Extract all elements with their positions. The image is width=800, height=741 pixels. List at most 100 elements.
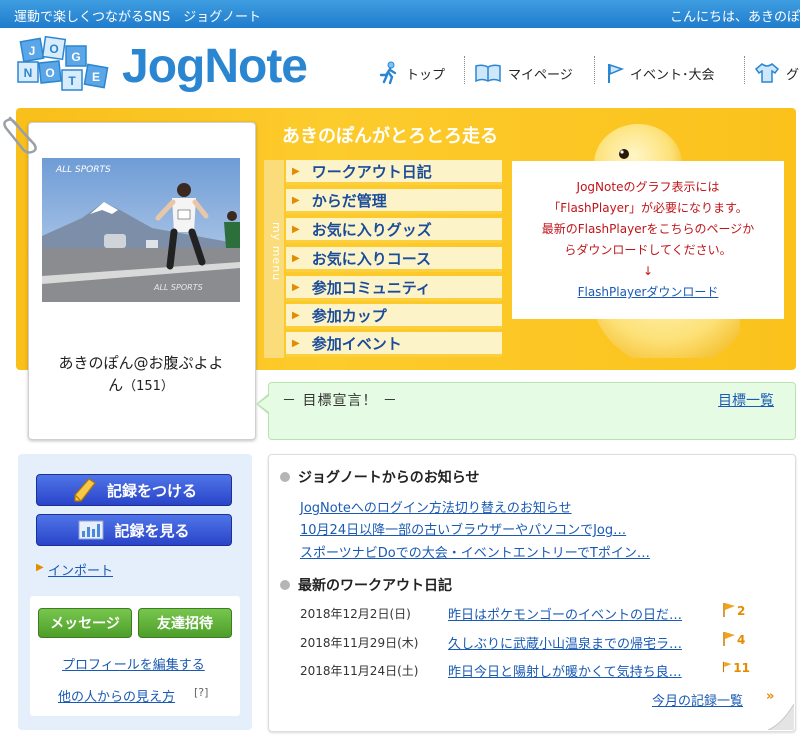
runner-icon [379, 61, 397, 85]
logo-letter: O [45, 66, 54, 80]
logo-letter: E [92, 70, 100, 84]
monthly-records-link[interactable]: 今月の記録一覧 [652, 690, 743, 709]
profile-photo[interactable]: ALL SPORTS ALL SPORTS [42, 158, 240, 302]
invite-friend-button[interactable]: 友達招待 [138, 608, 232, 638]
workout-date: 2018年11月24日(土) [300, 664, 419, 678]
comment-count: 4 [737, 633, 746, 647]
profile-name-text-cont: ん [108, 376, 124, 394]
comment-count: 11 [733, 661, 750, 675]
view-records-label: 記録を見る [114, 521, 190, 540]
workout-link[interactable]: 昨日今日と陽射しが暖かくて気持ち良… [448, 661, 682, 680]
workout-date: 2018年12月2日(日) [300, 607, 411, 621]
flag-icon [723, 603, 735, 617]
nav-mypage-label: マイページ [508, 67, 573, 83]
menu-events[interactable]: ▶ 参加イベント [286, 332, 502, 357]
menu-workout-diary[interactable]: ▶ ワークアウト日記 [286, 160, 502, 185]
menu-arrow-icon: ▶ [292, 309, 300, 321]
profile-name-text: あきのぽん@お腹ぷよよ [58, 354, 224, 372]
photo-watermark: ALL SPORTS [153, 283, 203, 292]
help-icon[interactable]: [?] [194, 686, 208, 699]
flash-notice-line: 最新のFlashPlayerをこちらのページか [541, 222, 755, 236]
comment-count: 2 [737, 604, 746, 618]
comment-flag[interactable]: 11 [722, 657, 750, 675]
logo-text[interactable]: JogNote [122, 36, 308, 98]
menu-label: ワークアウト日記 [311, 162, 432, 181]
menu-body-management[interactable]: ▶ からだ管理 [286, 189, 502, 214]
flash-notice-line: JogNoteのグラフ表示には [576, 180, 720, 194]
logo-letter: O [49, 42, 58, 56]
profile-name[interactable]: あきのぽん@お腹ぷよよ ん（151） [36, 352, 246, 398]
nav-goods-label: グ [786, 67, 800, 83]
nav-divider [744, 56, 745, 84]
pencil-icon [74, 478, 96, 502]
nav-goods[interactable]: グ [754, 60, 799, 86]
shirt-icon [754, 63, 780, 83]
nav-events-label: イベント･大会 [630, 67, 715, 83]
nav-top[interactable]: トップ [378, 60, 445, 86]
menu-arrow-icon: ▶ [292, 165, 300, 177]
menu-arrow-icon: ▶ [292, 337, 300, 349]
menu-arrow-icon: ▶ [292, 281, 300, 293]
nav-mypage[interactable]: マイページ [474, 60, 573, 86]
nav-divider [464, 56, 465, 84]
flash-notice-line: らダウンロードしてください。 [564, 243, 732, 257]
workout-link[interactable]: 久しぶりに武蔵小山温泉までの帰宅ラ… [448, 633, 682, 652]
diary-count: （151） [123, 379, 174, 394]
logo-letter: N [24, 66, 33, 80]
edit-profile-link[interactable]: プロフィールを編集する [62, 654, 205, 673]
view-records-button[interactable]: 記録を見る [36, 514, 232, 546]
flag-icon [608, 63, 624, 83]
menu-arrow-icon: ▶ [292, 194, 300, 206]
news-item[interactable]: JogNoteへのログイン方法切り替えのお知らせ [300, 497, 572, 516]
arrow-icon: ▶ [36, 562, 44, 573]
invite-button-label: 友達招待 [157, 616, 213, 632]
nav-top-label: トップ [406, 67, 446, 83]
logo-cubes-icon[interactable]: J O G N O T E [16, 36, 116, 98]
news-item[interactable]: 10月24日以降一部の古いブラウザーやパソコンでJog… [300, 519, 626, 538]
bullet-icon [280, 472, 290, 482]
flash-download-link[interactable]: FlashPlayerダウンロード [512, 282, 784, 303]
down-arrow-icon: ↓ [642, 264, 654, 278]
news-item[interactable]: スポーツナビDoでの大会・イベントエントリーでTポイン… [300, 542, 650, 561]
menu-label: 参加コミュニティ [311, 278, 431, 297]
menu-label: からだ管理 [311, 191, 387, 210]
top-bar: 運動で楽しくつながるSNS ジョグノート こんにちは、あきのぽ [0, 0, 800, 28]
record-button[interactable]: 記録をつける [36, 474, 232, 506]
user-greeting: こんにちは、あきのぽ [669, 10, 800, 25]
goal-pointer-fill [258, 396, 269, 412]
message-button-label: メッセージ [50, 616, 120, 632]
goal-declaration: － 目標宣言！ － [282, 393, 398, 409]
logo-letter: J [29, 44, 36, 58]
paperclip-icon [3, 116, 37, 154]
goal-list-link[interactable]: 目標一覧 [718, 390, 774, 410]
double-arrow-icon: » [766, 689, 775, 704]
flag-icon [722, 661, 732, 673]
workouts-title: 最新のワークアウト日記 [298, 578, 452, 594]
menu-arrow-icon: ▶ [292, 223, 300, 235]
logo-letter: T [68, 74, 76, 88]
menu-label: お気に入りグッズ [311, 220, 432, 239]
page-curl-icon [767, 704, 794, 730]
import-link[interactable]: インポート [48, 560, 113, 579]
photo-watermark: ALL SPORTS [55, 165, 111, 175]
comment-flag[interactable]: 2 [722, 600, 750, 618]
menu-label: お気に入りコース [311, 249, 431, 268]
nav-divider [594, 56, 595, 84]
news-title: ジョグノートからのお知らせ [298, 470, 480, 486]
workout-date: 2018年11月29日(木) [300, 636, 419, 650]
menu-cups[interactable]: ▶ 参加カップ [286, 304, 502, 329]
record-button-label: 記録をつける [106, 481, 197, 500]
site-tagline: 運動で楽しくつながるSNS ジョグノート [14, 10, 261, 25]
nav-events[interactable]: イベント･大会 [606, 60, 715, 86]
menu-favorite-goods[interactable]: ▶ お気に入りグッズ [286, 218, 502, 243]
menu-communities[interactable]: ▶ 参加コミュニティ [286, 276, 502, 301]
banner-title: あきのぽんがとろとろ走る [282, 126, 498, 147]
menu-favorite-course[interactable]: ▶ お気に入りコース [286, 247, 502, 272]
public-view-link[interactable]: 他の人からの見え方 [58, 686, 175, 705]
message-button[interactable]: メッセージ [38, 608, 132, 638]
comment-flag[interactable]: 4 [722, 629, 750, 647]
workout-link[interactable]: 昨日はポケモンゴーのイベントの日だ… [448, 604, 682, 623]
chart-icon [78, 520, 104, 540]
book-icon [475, 64, 501, 83]
flag-icon [723, 632, 735, 646]
